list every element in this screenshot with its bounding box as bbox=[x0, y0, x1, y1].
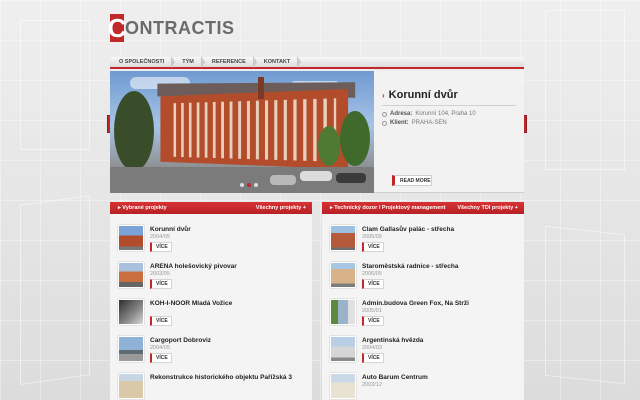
panel-header: Technický dozor / Projektový management … bbox=[322, 202, 524, 214]
project-thumbnail[interactable] bbox=[330, 373, 356, 399]
project-date: 2004/05 bbox=[150, 345, 170, 351]
project-title[interactable]: KOH-I-NOOR Mladá Vožice bbox=[150, 300, 232, 307]
list-item: Admin.budova Green Fox, Na Strži 2005/01… bbox=[322, 288, 524, 326]
project-thumbnail[interactable] bbox=[330, 262, 356, 288]
main-navigation: O SPOLEČNOSTI TÝM REFERENCE KONTAKT bbox=[110, 56, 524, 69]
project-title[interactable]: Rekonstrukce historického objektu Pařížs… bbox=[150, 374, 292, 381]
project-title[interactable]: Staroměstská radnice - střecha bbox=[362, 263, 458, 270]
panel-title: Vybrané projekty bbox=[118, 205, 166, 211]
project-date: 2004/03 bbox=[362, 345, 382, 351]
logo-text: ONTRACTIS bbox=[125, 18, 235, 38]
location-icon bbox=[382, 111, 387, 117]
list-item: Korunní dvůr 2004/05 VÍCE bbox=[110, 214, 312, 252]
client-icon bbox=[382, 120, 387, 126]
project-thumbnail[interactable] bbox=[330, 336, 356, 362]
client-value: PRAHA-SEN bbox=[411, 120, 447, 126]
nav-item-kontakt[interactable]: KONTAKT bbox=[255, 56, 302, 68]
logo-initial: C bbox=[107, 13, 127, 43]
technical-supervision-panel: Technický dozor / Projektový management … bbox=[322, 202, 524, 400]
project-title[interactable]: Admin.budova Green Fox, Na Strži bbox=[362, 300, 469, 307]
list-item: KOH-I-NOOR Mladá Vožice VÍCE bbox=[110, 288, 312, 326]
project-date: 2004/05 bbox=[150, 234, 170, 240]
slide-info: › Korunní dvůr Adresa: Korunní 104, Prah… bbox=[374, 71, 524, 193]
panel-header: Vybrané projekty Všechny projekty bbox=[110, 202, 312, 214]
list-item: Staroměstská radnice - střecha 2006/05 V… bbox=[322, 251, 524, 289]
project-thumbnail[interactable] bbox=[118, 262, 144, 288]
project-date: 2005/01 bbox=[362, 308, 382, 314]
project-title[interactable]: Cargoport Dobroviz bbox=[150, 337, 211, 344]
slider-dot-active[interactable] bbox=[247, 183, 251, 187]
project-slider: › Korunní dvůr Adresa: Korunní 104, Prah… bbox=[110, 71, 524, 193]
project-thumbnail[interactable] bbox=[330, 225, 356, 251]
all-tdi-projects-link[interactable]: Všechny TDI projekty bbox=[457, 205, 518, 211]
project-thumbnail[interactable] bbox=[330, 299, 356, 325]
chevron-right-icon: › bbox=[382, 90, 385, 100]
page-container: C ONTRACTIS O SPOLEČNOSTI TÝM REFERENCE … bbox=[107, 0, 524, 400]
project-date: 2003/05 bbox=[150, 271, 170, 277]
slide-title: Korunní dvůr bbox=[388, 89, 458, 101]
list-item: Cargoport Dobroviz 2004/05 VÍCE bbox=[110, 325, 312, 363]
project-title[interactable]: Argentinská hvězda bbox=[362, 337, 423, 344]
background-decoration bbox=[20, 20, 90, 150]
logo[interactable]: C ONTRACTIS bbox=[107, 13, 235, 43]
client-label: Klient: bbox=[390, 120, 409, 126]
project-date: 2005/05 bbox=[362, 234, 382, 240]
address-value: Korunní 104, Praha 10 bbox=[415, 111, 476, 117]
project-thumbnail[interactable] bbox=[118, 225, 144, 251]
slider-dot[interactable] bbox=[254, 183, 258, 187]
list-item: Clam Gallasův palác - střecha 2005/05 VÍ… bbox=[322, 214, 524, 252]
project-thumbnail[interactable] bbox=[118, 299, 144, 325]
all-projects-link[interactable]: Všechny projekty bbox=[256, 205, 306, 211]
slide-image[interactable] bbox=[110, 71, 374, 193]
nav-item-tym[interactable]: TÝM bbox=[173, 56, 205, 68]
panel-title: Technický dozor / Projektový management bbox=[330, 205, 445, 211]
list-item: Auto Barum Centrum 2003/12 bbox=[322, 362, 524, 399]
nav-item-reference[interactable]: REFERENCE bbox=[203, 56, 257, 68]
list-item: ARENA holešovický pivovar 2003/05 VÍCE bbox=[110, 251, 312, 289]
slider-pagination bbox=[240, 183, 258, 187]
selected-projects-panel: Vybrané projekty Všechny projekty Korunn… bbox=[110, 202, 312, 400]
project-title[interactable]: Auto Barum Centrum bbox=[362, 374, 428, 381]
project-thumbnail[interactable] bbox=[118, 373, 144, 399]
background-decoration bbox=[20, 195, 90, 385]
project-date: 2003/12 bbox=[362, 382, 382, 388]
project-title[interactable]: Clam Gallasův palác - střecha bbox=[362, 226, 454, 233]
background-decoration bbox=[545, 225, 625, 385]
read-more-button[interactable]: READ MORE bbox=[392, 175, 432, 186]
slider-dot[interactable] bbox=[240, 183, 244, 187]
address-label: Adresa: bbox=[390, 111, 413, 117]
project-thumbnail[interactable] bbox=[118, 336, 144, 362]
list-item: Rekonstrukce historického objektu Pařížs… bbox=[110, 362, 312, 399]
background-decoration bbox=[545, 10, 625, 170]
list-item: Argentinská hvězda 2004/03 VÍCE bbox=[322, 325, 524, 363]
project-title[interactable]: ARENA holešovický pivovar bbox=[150, 263, 237, 270]
nav-item-o-spolecnosti[interactable]: O SPOLEČNOSTI bbox=[110, 56, 176, 68]
project-date: 2006/05 bbox=[362, 271, 382, 277]
project-title[interactable]: Korunní dvůr bbox=[150, 226, 191, 233]
